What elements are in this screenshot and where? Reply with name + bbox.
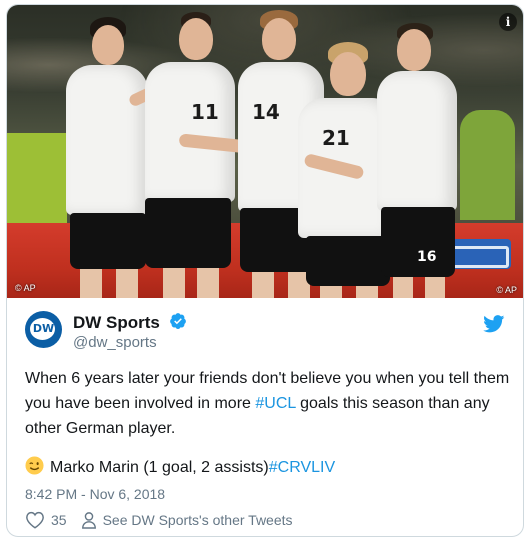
tweet-text: When 6 years later your friends don't be…	[25, 366, 511, 441]
jersey-number: 16	[417, 249, 437, 265]
player-number-11: 11	[139, 10, 270, 298]
see-other-tweets-link[interactable]: See DW Sports's other Tweets	[103, 512, 293, 528]
author-handle[interactable]: @dw_sports	[73, 334, 157, 351]
hashtag-link[interactable]: #UCL	[255, 395, 295, 412]
verified-badge-icon	[169, 313, 186, 329]
embedded-tweet-card[interactable]: 11 14 21 16 © AP © AP i DW DW Sports @dw…	[6, 4, 524, 537]
person-icon	[81, 512, 96, 529]
jersey-number: 11	[191, 100, 219, 124]
photo-credit-left: © AP	[15, 283, 36, 293]
author-name-row[interactable]: DW Sports	[73, 312, 187, 333]
jersey-number: 14	[252, 100, 280, 124]
heart-icon[interactable]	[25, 511, 45, 529]
info-icon[interactable]: i	[499, 13, 517, 31]
background-person-green	[7, 133, 67, 223]
player-number-16: 16	[377, 23, 467, 298]
tweet-photo[interactable]: 11 14 21 16 © AP © AP i	[7, 5, 523, 298]
hashtag-link[interactable]: #CRVLIV	[269, 459, 335, 476]
tweet-actions: 35 See DW Sports's other Tweets	[25, 511, 293, 529]
winking-face-icon	[25, 456, 44, 475]
tweet-text-line: Marko Marin (1 goal, 2 assists)#CRVLIV	[25, 456, 335, 477]
like-count[interactable]: 35	[51, 512, 67, 528]
author-name[interactable]: DW Sports	[73, 313, 160, 332]
jersey-number: 21	[322, 126, 350, 150]
tweet-timestamp[interactable]: 8:42 PM - Nov 6, 2018	[25, 486, 165, 502]
twitter-bird-icon[interactable]	[483, 315, 505, 333]
avatar-text: DW	[32, 322, 55, 335]
avatar[interactable]: DW	[25, 311, 62, 348]
tweet-body: DW DW Sports @dw_sports When 6 years lat…	[7, 298, 523, 536]
photo-credit-right: © AP	[496, 285, 517, 295]
background-person-green-right	[460, 110, 515, 220]
tweet-text-part: Marko Marin (1 goal, 2 assists)	[50, 459, 269, 476]
